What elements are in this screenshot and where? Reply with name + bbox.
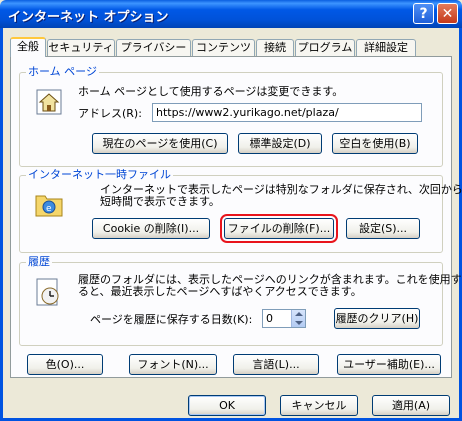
tab-label: 接続: [264, 41, 286, 54]
address-label: アドレス(R):: [78, 107, 142, 120]
help-button[interactable]: ?: [413, 3, 434, 24]
history-days-value: 0: [266, 312, 273, 325]
tab-label: セキュリティ: [48, 41, 114, 54]
window-title: インターネット オプション: [8, 10, 169, 25]
history-legend: 履歴: [26, 255, 52, 269]
history-clock-icon: [36, 278, 59, 306]
tab-label: コンテンツ: [196, 41, 251, 54]
apply-button[interactable]: 適用(A): [372, 395, 450, 416]
tab-label: プライバシー: [120, 41, 187, 54]
accessibility-button[interactable]: ユーザー補助(E)...: [337, 354, 441, 375]
tab-label: プログラム: [297, 41, 353, 54]
close-icon: ✕: [441, 5, 454, 22]
use-blank-button[interactable]: 空白を使用(B): [332, 133, 418, 154]
tab-security[interactable]: セキュリティ: [47, 39, 115, 56]
history-description-line2: ると、最近表示したページへすばやくアクセスできます。: [78, 285, 362, 298]
tab-programs[interactable]: プログラム: [295, 39, 355, 56]
home-page-icon: [36, 89, 62, 115]
tab-panel-general: ホーム ページ ホーム ページとして使用するページは変更できます。 アドレス(R…: [10, 56, 462, 378]
close-button[interactable]: ✕: [437, 3, 458, 24]
tab-content[interactable]: コンテンツ: [192, 39, 255, 56]
temp-files-legend: インターネット一時ファイル: [26, 168, 173, 182]
delete-files-button[interactable]: ファイルの削除(F)...: [220, 214, 338, 243]
cancel-button[interactable]: キャンセル: [280, 395, 358, 416]
use-default-button[interactable]: 標準設定(D): [238, 133, 322, 154]
home-page-description: ホーム ページとして使用するページは変更できます。: [78, 85, 344, 98]
history-days-spinner[interactable]: [291, 310, 305, 327]
tab-general[interactable]: 全般: [10, 37, 46, 57]
history-group: 履歴 履歴のフォルダには、表示したページへのリンクが含まれます。これを使用す る…: [19, 255, 462, 346]
svg-text:e: e: [46, 204, 52, 214]
clear-history-button[interactable]: 履歴のクリア(H): [334, 308, 420, 329]
temp-settings-button[interactable]: 設定(S)...: [346, 218, 420, 239]
fonts-button[interactable]: フォント(N)...: [129, 354, 217, 375]
home-page-group: ホーム ページ ホーム ページとして使用するページは変更できます。 アドレス(R…: [19, 65, 443, 167]
ie-folder-icon: e: [35, 195, 63, 217]
tab-connections[interactable]: 接続: [256, 39, 294, 56]
delete-cookies-button[interactable]: Cookie の削除(I)...: [92, 218, 210, 239]
tab-label: 詳細設定: [364, 41, 408, 54]
home-page-legend: ホーム ページ: [26, 65, 99, 79]
colors-button[interactable]: 色(O)...: [27, 354, 103, 375]
history-days-input[interactable]: 0: [262, 309, 306, 328]
languages-button[interactable]: 言語(L)...: [233, 354, 319, 375]
title-bar[interactable]: インターネット オプション ? ✕: [0, 0, 462, 28]
use-current-button[interactable]: 現在のページを使用(C): [92, 133, 228, 154]
temp-files-description-line2: 短時間で表示できます。: [100, 195, 220, 208]
tab-label: 全般: [17, 40, 39, 53]
tab-advanced[interactable]: 詳細設定: [356, 39, 416, 56]
help-icon: ?: [419, 5, 428, 22]
ok-button[interactable]: OK: [188, 395, 266, 416]
tab-privacy[interactable]: プライバシー: [116, 39, 191, 56]
temp-files-group: インターネット一時ファイル e インターネットで表示したページは特別なフォルダに…: [19, 168, 462, 253]
home-page-address-input[interactable]: https://www2.yurikago.net/plaza/: [152, 103, 422, 122]
history-days-label: ページを履歴に保存する日数(K):: [90, 313, 253, 326]
